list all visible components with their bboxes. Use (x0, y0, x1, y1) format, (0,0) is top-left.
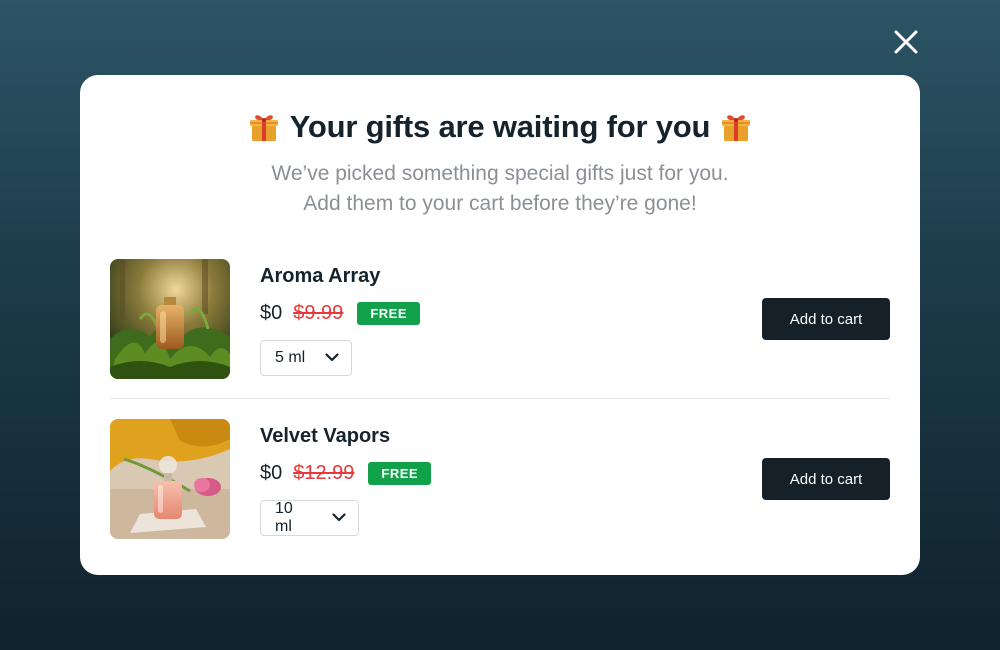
free-badge: FREE (368, 462, 432, 485)
modal-subtitle: We’ve picked something special gifts jus… (110, 159, 890, 219)
subtitle-line: Add them to your cart before they’re gon… (303, 192, 697, 215)
size-select[interactable]: 5 ml (260, 339, 352, 376)
size-select-value: 5 ml (275, 348, 306, 366)
product-image (110, 419, 230, 539)
product-name: Velvet Vapors (260, 424, 391, 447)
original-price: $9.99 (293, 302, 344, 324)
product-name: Aroma Array (260, 264, 381, 287)
close-icon (894, 30, 918, 54)
gift-item: Aroma Array $0 $9.99 FREE 5 ml Add to ca… (110, 259, 890, 379)
modal-header: Your gifts are waiting for you We’ve pic… (110, 109, 890, 219)
product-image (110, 259, 230, 379)
gift-icon (722, 115, 751, 141)
chevron-down-icon (325, 353, 339, 362)
original-price: $12.99 (293, 462, 355, 484)
chevron-down-icon (332, 513, 346, 522)
gift-icon (249, 115, 278, 141)
product-price: $0 (260, 302, 283, 324)
add-to-cart-button[interactable]: Add to cart (762, 458, 890, 500)
add-to-cart-button[interactable]: Add to cart (762, 298, 890, 340)
subtitle-line: We’ve picked something special gifts jus… (271, 162, 729, 185)
product-price: $0 (260, 462, 283, 484)
gift-list: Aroma Array $0 $9.99 FREE 5 ml Add to ca… (110, 259, 890, 539)
size-select-value: 10 ml (275, 499, 293, 535)
free-badge: FREE (357, 302, 420, 325)
gift-item: Velvet Vapors $0 $12.99 FREE 10 ml Add t… (110, 419, 890, 539)
gift-modal: Your gifts are waiting for you We’ve pic… (80, 75, 920, 575)
size-select[interactable]: 10 ml (260, 499, 359, 536)
modal-title: Your gifts are waiting for you (289, 109, 711, 144)
item-divider (110, 398, 890, 399)
close-button[interactable] (892, 28, 920, 56)
